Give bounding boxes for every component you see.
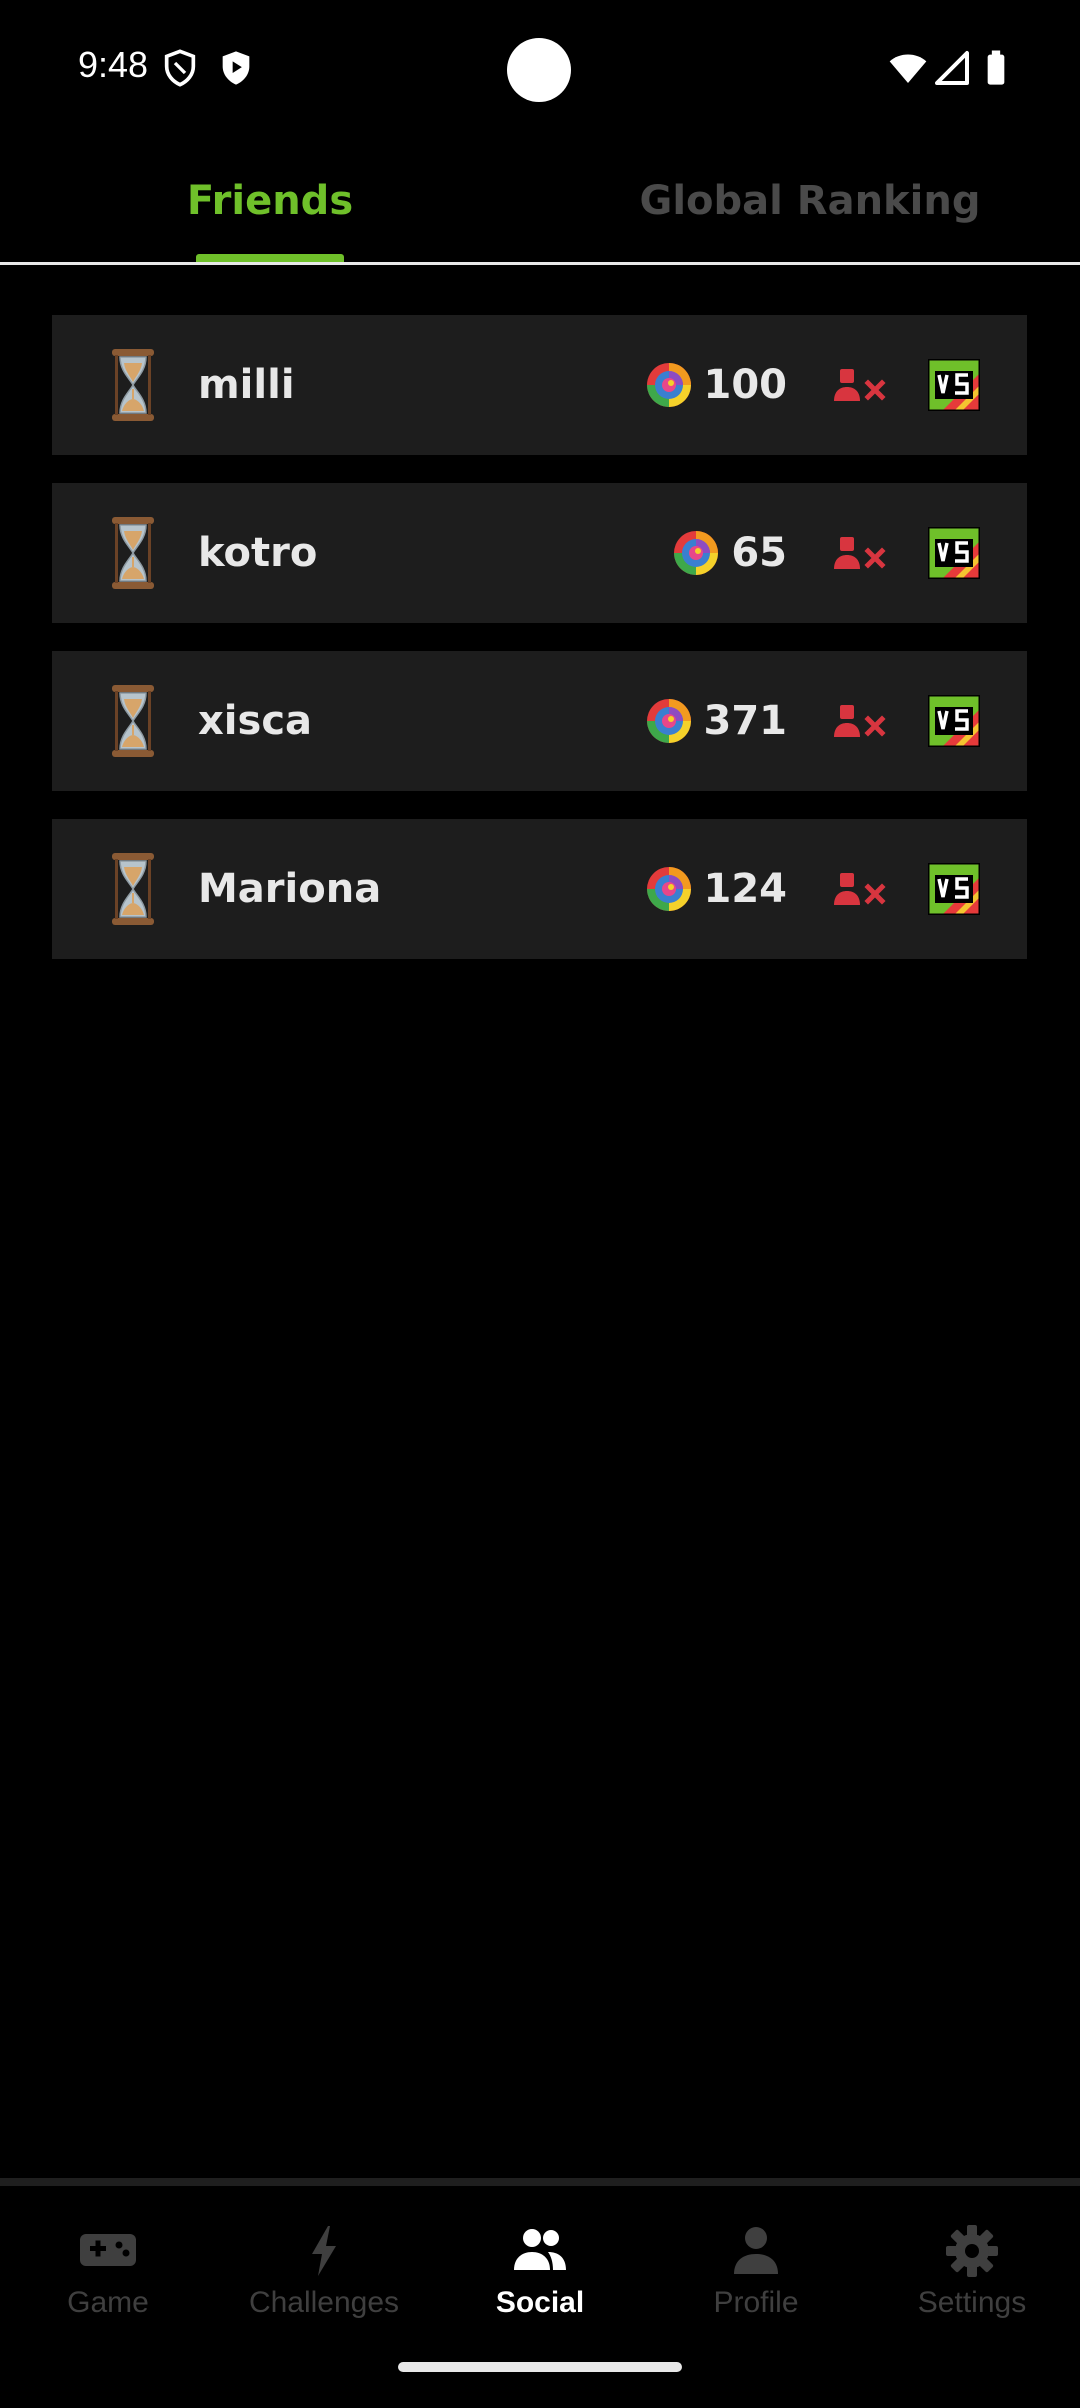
score-group: 124 [646,819,788,959]
nav-game[interactable]: Game [0,2186,216,2346]
score-group: 65 [673,483,787,623]
lightning-icon [312,2226,336,2276]
people-icon [514,2229,566,2270]
status-time: 9:48 [78,44,149,85]
versus-challenge-button[interactable] [928,695,980,747]
remove-friend-button[interactable] [832,701,888,741]
nav-social-label: Social [495,2286,585,2319]
person-icon [734,2227,778,2274]
home-indicator[interactable] [398,2362,682,2372]
battery-icon [987,50,1005,85]
remove-friend-button[interactable] [832,365,888,405]
versus-challenge-button[interactable] [928,359,980,411]
gamepad-icon [80,2234,136,2266]
friend-name: kotro [198,530,318,576]
hourglass-icon [112,853,154,925]
nav-profile[interactable]: Profile [648,2186,864,2346]
rainbow-swirl-icon [646,699,691,743]
signal-icon [935,51,969,85]
rainbow-swirl-icon [646,363,691,407]
friend-name: xisca [198,698,313,744]
tab-global-ranking[interactable]: Global Ranking [540,140,1080,262]
friends-list: milli 100 kotro 65 xisca 371 Mariona 124 [52,315,1027,987]
versus-challenge-button[interactable] [928,863,980,915]
nav-settings-label: Settings [917,2286,1027,2319]
nav-social[interactable]: Social [432,2186,648,2346]
score-group: 371 [646,651,788,791]
friend-score: 65 [731,530,787,576]
friend-name: Mariona [198,866,382,912]
score-group: 100 [646,315,788,455]
friend-name: milli [198,362,295,408]
shield-outline-icon [164,49,196,87]
friend-row-xisca: xisca 371 [52,651,1027,791]
friend-score: 371 [703,698,788,744]
nav-settings[interactable]: Settings [864,2186,1080,2346]
friend-row-mariona: Mariona 124 [52,819,1027,959]
friend-score: 124 [703,866,788,912]
tab-bar: Friends Global Ranking [0,140,1080,265]
tab-friends-label: Friends [186,178,354,224]
rainbow-swirl-icon [646,867,691,911]
tab-friends[interactable]: Friends [0,140,540,262]
hourglass-icon [112,685,154,757]
active-tab-indicator [196,254,344,262]
rainbow-swirl-icon [674,531,719,575]
friend-row-milli: milli 100 [52,315,1027,455]
nav-profile-label: Profile [713,2286,799,2319]
remove-friend-button[interactable] [832,533,888,573]
remove-friend-button[interactable] [832,869,888,909]
status-bar: 9:48 [0,0,1080,140]
play-shield-icon [222,51,250,85]
gear-icon [946,2225,998,2277]
camera-cutout [507,38,571,102]
nav-game-label: Game [67,2286,149,2319]
tab-global-ranking-label: Global Ranking [639,178,981,224]
nav-challenges[interactable]: Challenges [216,2186,432,2346]
friend-row-kotro: kotro 65 [52,483,1027,623]
nav-challenges-label: Challenges [248,2286,400,2319]
versus-challenge-button[interactable] [928,527,980,579]
bottom-navigation: Game Challenges Social Profile Settings [0,2178,1080,2408]
friend-score: 100 [703,362,788,408]
hourglass-icon [112,517,154,589]
wifi-icon [889,54,927,83]
hourglass-icon [112,349,154,421]
